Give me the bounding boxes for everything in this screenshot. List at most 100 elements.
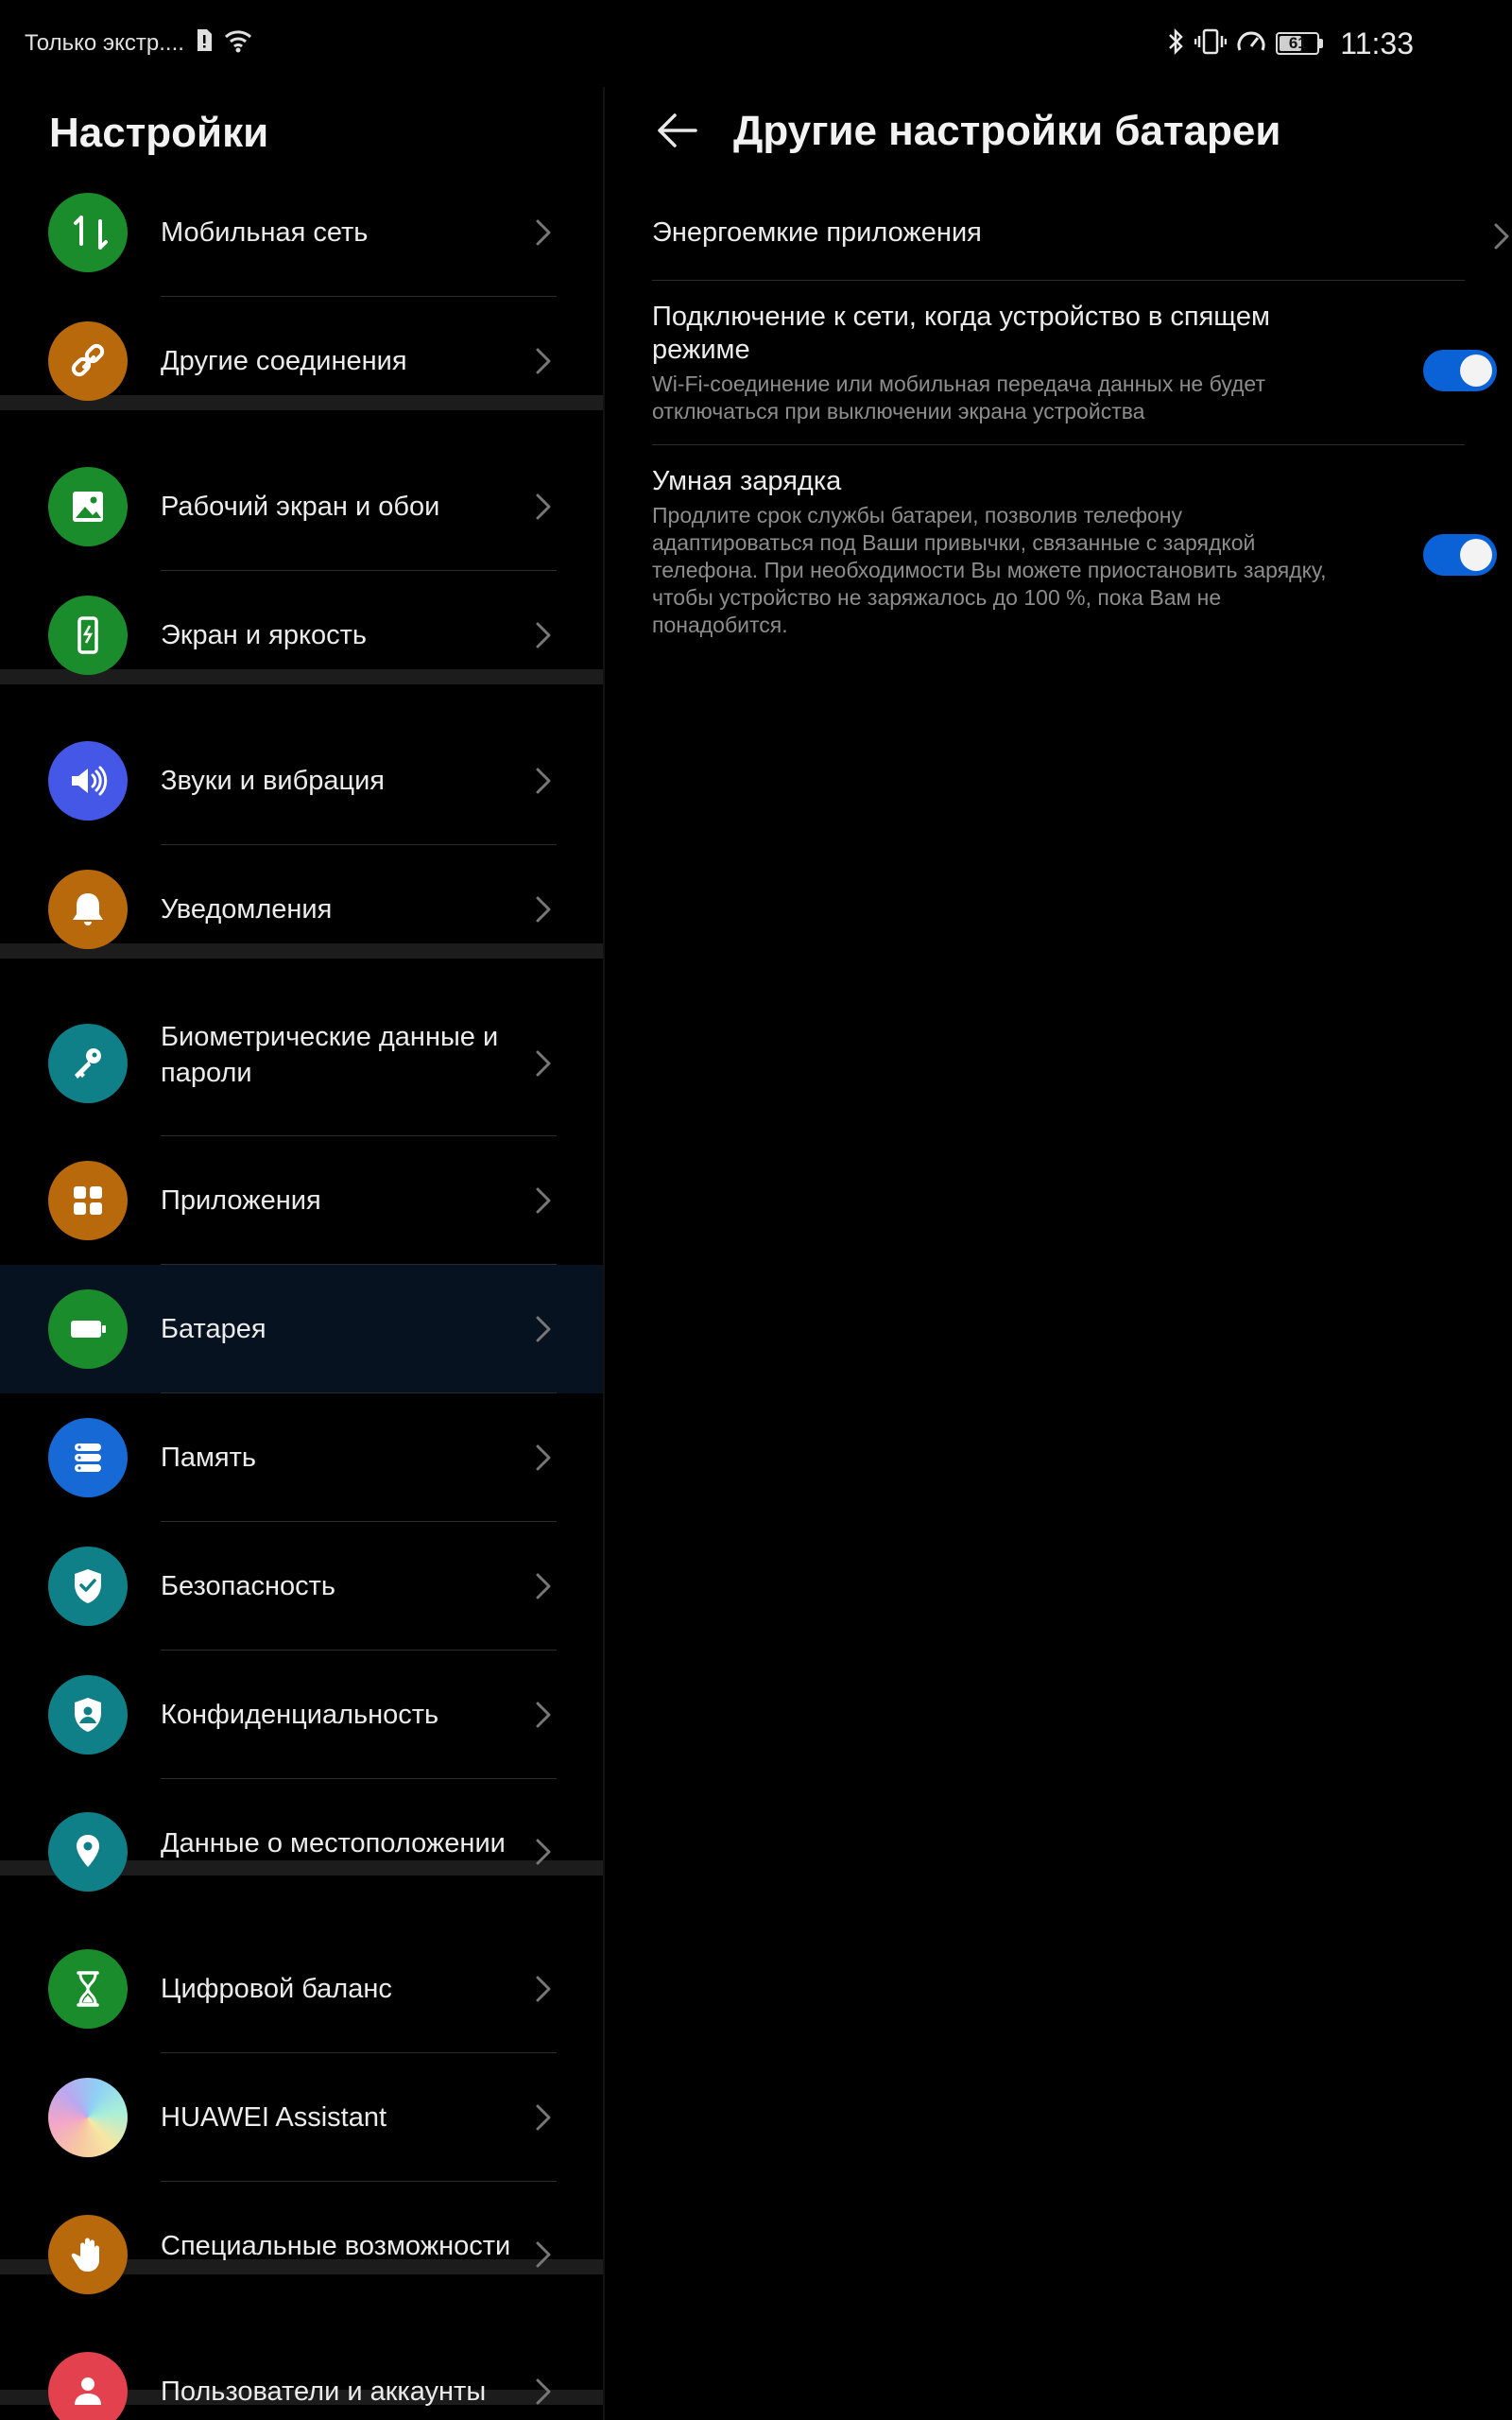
settings-item-assistant[interactable]: HUAWEI Assistant bbox=[0, 2053, 603, 2182]
battery-icon bbox=[48, 1289, 128, 1369]
chevron-right-icon bbox=[1494, 223, 1509, 250]
settings-item-storage[interactable]: Память bbox=[0, 1393, 603, 1522]
chevron-right-icon bbox=[536, 219, 551, 246]
stay-connected-toggle[interactable] bbox=[1423, 350, 1497, 391]
chevron-right-icon bbox=[536, 1187, 551, 1214]
wifi-icon bbox=[224, 28, 252, 60]
bluetooth-icon bbox=[1166, 27, 1185, 60]
wallpaper-icon bbox=[48, 467, 128, 546]
back-button[interactable] bbox=[654, 110, 701, 151]
divider bbox=[652, 444, 1465, 445]
status-bar-left: Только экстр.... bbox=[25, 26, 252, 60]
settings-item-sound[interactable]: Звуки и вибрация bbox=[0, 717, 603, 845]
battery-more-settings-pane: Другие настройки батареи Энергоемкие при… bbox=[605, 87, 1512, 2420]
settings-item-privacy[interactable]: Конфиденциальность bbox=[0, 1651, 603, 1779]
stay-connected-row[interactable]: Подключение к сети, когда устройство в с… bbox=[652, 301, 1512, 425]
chevron-right-icon bbox=[536, 1316, 551, 1342]
chevron-right-icon bbox=[536, 493, 551, 520]
power-intensive-apps-label: Энергоемкие приложения bbox=[652, 217, 982, 248]
detail-title: Другие настройки батареи bbox=[733, 108, 1281, 154]
power-intensive-apps-row[interactable]: Энергоемкие приложения bbox=[652, 191, 1509, 282]
settings-item-apps-grid[interactable]: Приложения bbox=[0, 1136, 603, 1265]
settings-item-wallpaper[interactable]: Рабочий экран и обои bbox=[0, 442, 603, 571]
chevron-right-icon bbox=[536, 1050, 551, 1077]
clock: 11:33 bbox=[1340, 26, 1414, 60]
settings-item-battery[interactable]: Батарея bbox=[0, 1265, 603, 1393]
status-bar-right: 61 11:33 bbox=[1166, 23, 1414, 64]
settings-item-label: Приложения bbox=[161, 1185, 321, 1216]
stay-connected-title: Подключение к сети, когда устройство в с… bbox=[652, 302, 1270, 365]
apps-grid-icon bbox=[48, 1161, 128, 1240]
settings-item-bell[interactable]: Уведомления bbox=[0, 845, 603, 974]
user-icon bbox=[48, 2352, 128, 2420]
settings-item-label: Экран и яркость bbox=[161, 620, 367, 650]
settings-item-label: Уведомления bbox=[161, 894, 333, 925]
mobile-data-icon bbox=[48, 193, 128, 272]
page-title: Настройки bbox=[49, 110, 269, 157]
display-icon bbox=[48, 596, 128, 675]
shield-check-icon bbox=[48, 1547, 128, 1626]
settings-item-key[interactable]: Биометрические данные и пароли bbox=[0, 991, 603, 1136]
sound-icon bbox=[48, 741, 128, 821]
settings-item-hourglass[interactable]: Цифровой баланс bbox=[0, 1925, 603, 2053]
battery-level-text: 61 bbox=[1288, 34, 1307, 52]
settings-item-label: Специальные возможности bbox=[161, 2231, 511, 2261]
divider bbox=[652, 280, 1465, 281]
link-icon bbox=[48, 321, 128, 401]
smart-charging-toggle[interactable] bbox=[1423, 534, 1497, 576]
settings-item-label: Биометрические данные и пароли bbox=[161, 1022, 499, 1088]
battery-icon: 61 bbox=[1276, 32, 1320, 55]
smart-charging-description: Продлите срок службы батареи, позволив т… bbox=[652, 503, 1327, 637]
hourglass-icon bbox=[48, 1949, 128, 2029]
settings-item-label: Мобильная сеть bbox=[161, 217, 369, 248]
hand-icon bbox=[48, 2215, 128, 2294]
settings-item-mobile-data[interactable]: Мобильная сеть bbox=[0, 168, 603, 297]
key-icon bbox=[48, 1024, 128, 1103]
carrier-label: Только экстр.... bbox=[25, 30, 184, 56]
settings-item-label: Другие соединения bbox=[161, 346, 407, 376]
bell-icon bbox=[48, 870, 128, 949]
vibrate-icon bbox=[1194, 27, 1228, 60]
chevron-right-icon bbox=[536, 896, 551, 923]
settings-item-label: Данные о местоположении bbox=[161, 1828, 506, 1858]
toggle-knob bbox=[1460, 539, 1492, 571]
settings-item-shield-check[interactable]: Безопасность bbox=[0, 1522, 603, 1651]
smart-charging-row[interactable]: Умная зарядка Продлите срок службы батар… bbox=[652, 465, 1512, 639]
settings-list-pane: Мобильная сеть Другие соединения Рабочий э… bbox=[0, 87, 603, 2420]
chevron-right-icon bbox=[536, 1702, 551, 1728]
settings-item-label: Память bbox=[161, 1443, 257, 1473]
chevron-right-icon bbox=[536, 622, 551, 648]
status-bar: Только экстр.... 61 11:33 bbox=[0, 0, 1512, 87]
settings-item-link[interactable]: Другие соединения bbox=[0, 297, 603, 425]
chevron-right-icon bbox=[536, 1573, 551, 1599]
arrow-left-icon bbox=[658, 113, 697, 147]
sim-icon bbox=[196, 28, 213, 60]
location-pin-icon bbox=[48, 1812, 128, 1892]
privacy-icon bbox=[48, 1675, 128, 1754]
speed-icon bbox=[1236, 27, 1266, 60]
toggle-knob bbox=[1460, 354, 1492, 387]
chevron-right-icon bbox=[536, 348, 551, 374]
chevron-right-icon bbox=[536, 1976, 551, 2002]
chevron-right-icon bbox=[536, 1444, 551, 1471]
settings-item-label: Пользователи и аккаунты bbox=[161, 2377, 487, 2407]
settings-item-label: Конфиденциальность bbox=[161, 1700, 439, 1730]
chevron-right-icon bbox=[536, 1839, 551, 1865]
settings-item-label: Безопасность bbox=[161, 1571, 335, 1601]
battery-indicator: 61 bbox=[1276, 32, 1324, 55]
settings-item-user[interactable]: Пользователи и аккаунты bbox=[0, 2327, 603, 2420]
settings-item-label: HUAWEI Assistant bbox=[161, 2102, 387, 2133]
chevron-right-icon bbox=[536, 2241, 551, 2268]
settings-item-label: Рабочий экран и обои bbox=[161, 492, 440, 522]
assistant-icon bbox=[48, 2078, 128, 2157]
chevron-right-icon bbox=[536, 2378, 551, 2405]
chevron-right-icon bbox=[536, 2104, 551, 2131]
smart-charging-title: Умная зарядка bbox=[652, 466, 842, 496]
settings-item-hand[interactable]: Специальные возможности bbox=[0, 2182, 603, 2327]
settings-item-display[interactable]: Экран и яркость bbox=[0, 571, 603, 700]
settings-item-label: Батарея bbox=[161, 1314, 266, 1344]
settings-item-location-pin[interactable]: Данные о местоположении bbox=[0, 1779, 603, 1925]
settings-item-label: Цифровой баланс bbox=[161, 1974, 392, 2004]
storage-icon bbox=[48, 1418, 128, 1497]
chevron-right-icon bbox=[536, 768, 551, 794]
